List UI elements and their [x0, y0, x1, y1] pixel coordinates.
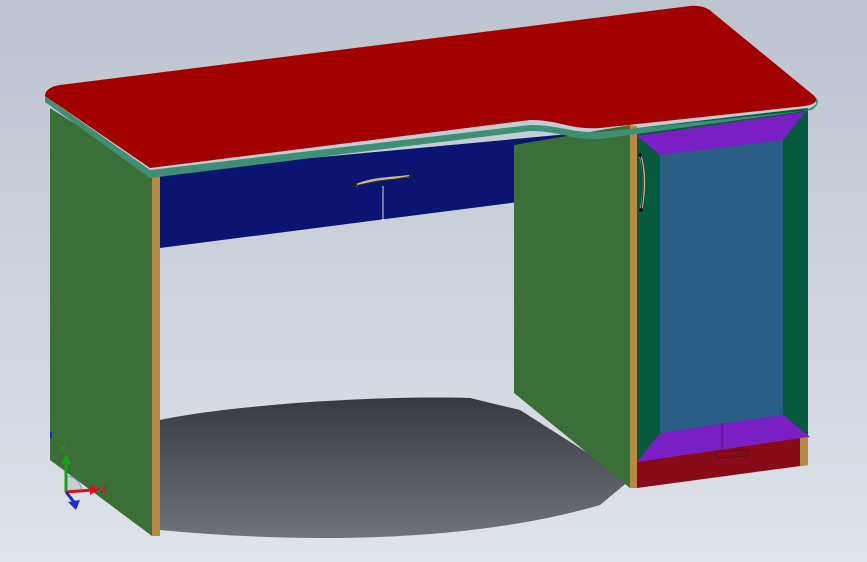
z-axis-icon [64, 491, 76, 503]
z-axis-arrow-icon [68, 500, 80, 510]
graphics-viewport[interactable]: Y X [0, 0, 867, 562]
desk-3d-model[interactable] [0, 0, 867, 562]
y-axis-arrow-icon [61, 454, 71, 464]
x-axis-label: X [100, 483, 108, 496]
x-axis-arrow-icon [90, 485, 100, 495]
cabinet-door-panel[interactable] [660, 140, 783, 433]
plinth-end-edge [800, 437, 808, 466]
cabinet-side-edge [630, 125, 637, 488]
left-panel-front-edge [152, 172, 160, 536]
y-axis-label: Y [58, 442, 66, 455]
orientation-triad[interactable]: Y X [44, 440, 114, 520]
x-axis-icon [65, 488, 93, 494]
